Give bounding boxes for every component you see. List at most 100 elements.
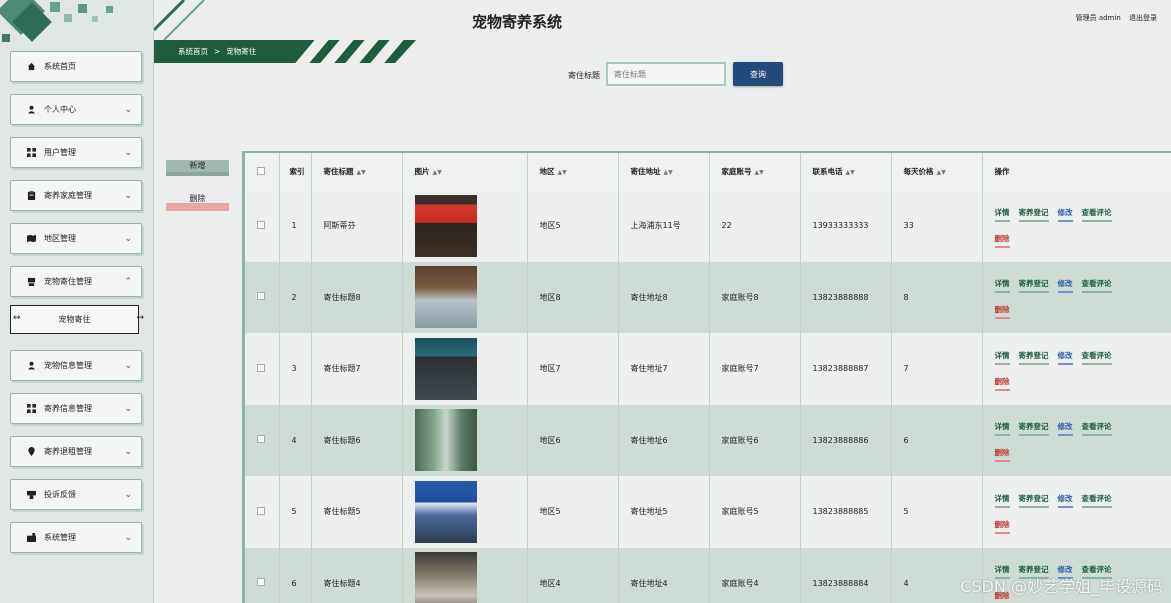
row-checkbox[interactable]	[257, 292, 265, 301]
row-address: 寄住地址4	[618, 547, 710, 603]
add-button[interactable]: 新增	[166, 160, 229, 176]
row-title: 寄住标题7	[311, 333, 403, 405]
sidebar-item-foster-family[interactable]: 寄养家庭管理 ⌄	[10, 180, 142, 211]
row-checkbox[interactable]	[257, 220, 265, 229]
view-comments-button[interactable]: 查看评论	[1081, 350, 1112, 365]
row-region: 地区4	[527, 547, 619, 603]
col-image[interactable]: 图片 ▲▼	[402, 153, 528, 190]
view-comments-button[interactable]: 查看评论	[1081, 207, 1112, 222]
view-comments-button[interactable]: 查看评论	[1081, 421, 1112, 437]
sidebar-item-label: 寄养信息管理	[44, 404, 92, 413]
row-account: 家庭账号6	[709, 404, 801, 476]
row-phone: 13823888884	[800, 547, 892, 603]
row-checkbox[interactable]	[257, 363, 265, 372]
register-button[interactable]: 寄养登记	[1018, 350, 1049, 365]
sidebar-item-pet-boarding[interactable]: 宠物寄住管理 ⌃	[10, 266, 142, 297]
row-image	[414, 337, 477, 400]
chevron-down-icon: ⌄	[124, 234, 132, 244]
row-region: 地区5	[527, 190, 619, 262]
row-delete-button[interactable]: 删除	[994, 519, 1010, 534]
row-checkbox[interactable]	[257, 578, 265, 587]
col-account[interactable]: 家庭账号 ▲▼	[709, 153, 801, 190]
detail-button[interactable]: 详情	[994, 421, 1010, 437]
row-select-cell	[245, 547, 280, 603]
row-title: 寄住标题6	[311, 404, 403, 476]
table-row: 3 寄住标题7 地区7 寄住地址7 家庭账号7 13823888887 7 详情 寄养登记 修改查…	[245, 333, 1171, 405]
row-region: 地区6	[527, 404, 619, 476]
row-image	[414, 194, 477, 257]
detail-button[interactable]: 详情	[994, 493, 1010, 508]
register-button[interactable]: 寄养登记	[1018, 207, 1049, 222]
row-select-cell	[245, 476, 280, 548]
col-title[interactable]: 寄住标题 ▲▼	[311, 153, 403, 190]
sort-icon[interactable]: ▲▼	[755, 169, 764, 176]
select-all-checkbox[interactable]	[257, 166, 265, 175]
sidebar-subitem-pet-boarding[interactable]: ↔ 宠物寄住 ↔	[10, 305, 144, 334]
col-phone[interactable]: 联系电话 ▲▼	[800, 153, 892, 190]
table-header-row: 索引 寄住标题 ▲▼ 图片 ▲▼ 地区 ▲▼ 寄住地址 ▲▼ 家庭账号 ▲▼ 联系电话 ▲▼…	[245, 153, 1171, 190]
detail-button[interactable]: 详情	[994, 207, 1010, 222]
row-region: 地区8	[527, 261, 619, 333]
row-delete-button[interactable]: 删除	[994, 304, 1010, 320]
col-actions: 操作	[982, 153, 1171, 190]
sidebar-item-foster-checkout[interactable]: 寄养退租管理 ⌄	[10, 436, 142, 467]
logout-link[interactable]: 退出登录	[1129, 14, 1157, 22]
breadcrumb-home[interactable]: 系统首页	[178, 46, 208, 57]
view-comments-button[interactable]: 查看评论	[1081, 278, 1112, 294]
sort-icon[interactable]: ▲▼	[937, 169, 946, 176]
user-info: 管理员 admin 退出登录	[1070, 13, 1157, 23]
col-index: 索引	[279, 153, 312, 190]
chevron-down-icon: ⌄	[124, 533, 132, 543]
col-region[interactable]: 地区 ▲▼	[527, 153, 619, 190]
sidebar-item-home[interactable]: 系统首页	[10, 51, 142, 82]
search-button[interactable]: 查询	[733, 62, 783, 86]
delete-button[interactable]: 删除	[166, 193, 229, 211]
row-title: 阿斯蒂芬	[311, 190, 403, 262]
sort-icon[interactable]: ▲▼	[558, 169, 567, 176]
sort-icon[interactable]: ▲▼	[433, 169, 442, 176]
detail-button[interactable]: 详情	[994, 278, 1010, 294]
sidebar-item-system[interactable]: 系统管理 ⌄	[10, 522, 142, 553]
row-phone: 13823888885	[800, 476, 892, 548]
chevron-down-icon: ⌄	[124, 490, 132, 500]
sidebar-item-pet-info[interactable]: 宠物信息管理 ⌄	[10, 350, 142, 381]
breadcrumb-current: 宠物寄住	[226, 47, 257, 56]
sidebar-item-personal-center[interactable]: 个人中心 ⌄	[10, 94, 142, 125]
row-checkbox[interactable]	[257, 506, 265, 515]
gear-icon	[27, 533, 36, 542]
search-input[interactable]	[606, 62, 726, 86]
sort-icon[interactable]: ▲▼	[846, 169, 855, 176]
row-delete-button[interactable]: 删除	[994, 233, 1010, 248]
row-image	[414, 480, 477, 543]
register-button[interactable]: 寄养登记	[1018, 278, 1049, 294]
sidebar-decoration	[0, 0, 154, 48]
row-phone: 13823888886	[800, 404, 892, 476]
edit-button[interactable]: 修改	[1057, 278, 1073, 294]
edit-button[interactable]: 修改	[1057, 207, 1073, 222]
sidebar-item-feedback[interactable]: 投诉反馈 ⌄	[10, 479, 142, 510]
edit-button[interactable]: 修改	[1057, 350, 1073, 365]
row-account: 家庭账号8	[709, 261, 801, 333]
row-checkbox[interactable]	[257, 435, 265, 444]
row-delete-button[interactable]: 删除	[994, 447, 1010, 463]
edit-button[interactable]: 修改	[1057, 493, 1073, 508]
app-title: 宠物寄养系统	[472, 13, 563, 31]
row-index: 1	[279, 190, 312, 262]
sidebar-item-region[interactable]: 地区管理 ⌄	[10, 223, 142, 254]
sort-icon[interactable]: ▲▼	[664, 169, 673, 176]
col-address[interactable]: 寄住地址 ▲▼	[618, 153, 710, 190]
register-button[interactable]: 寄养登记	[1018, 421, 1049, 437]
row-actions: 详情 寄养登记 修改 查看评论删除	[982, 261, 1171, 333]
col-price[interactable]: 每天价格 ▲▼	[891, 153, 983, 190]
sidebar-item-user-management[interactable]: 用户管理 ⌄	[10, 137, 142, 168]
sidebar-item-foster-info[interactable]: 寄养信息管理 ⌄	[10, 393, 142, 424]
detail-button[interactable]: 详情	[994, 350, 1010, 365]
view-comments-button[interactable]: 查看评论	[1081, 493, 1112, 508]
edit-button[interactable]: 修改	[1057, 421, 1073, 437]
row-account: 家庭账号4	[709, 547, 801, 603]
sort-icon[interactable]: ▲▼	[357, 169, 366, 176]
sidebar-item-label: 个人中心	[44, 105, 76, 114]
row-delete-button[interactable]: 删除	[994, 376, 1010, 391]
sidebar-item-label: 用户管理	[44, 148, 76, 157]
register-button[interactable]: 寄养登记	[1018, 493, 1049, 508]
